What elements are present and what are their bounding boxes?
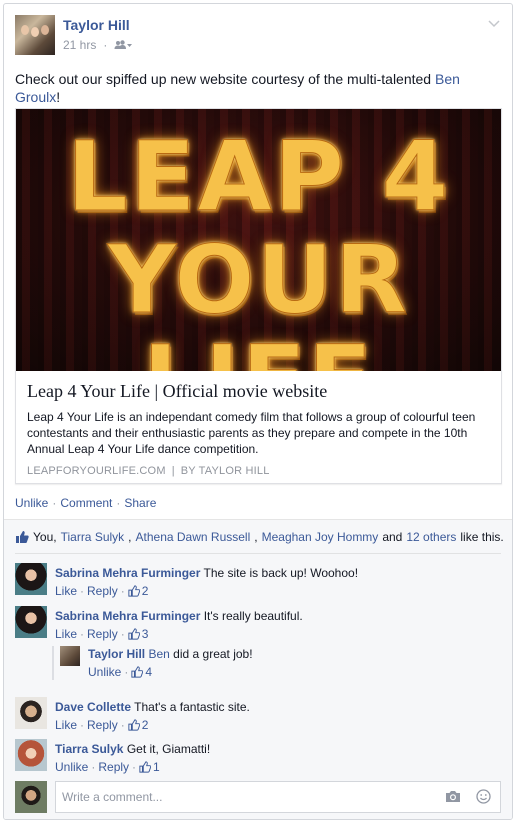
thumbs-up-icon — [16, 531, 29, 543]
comment-composer — [15, 781, 501, 813]
avatar[interactable] — [15, 781, 47, 813]
link-preview-card[interactable]: LEAP 4 YOUR LIFE Leap 4 Your Life | Offi… — [15, 108, 502, 484]
hero-title-line-2: YOUR LIFE — [107, 226, 410, 371]
comment-text: It's really beautiful. — [203, 609, 303, 623]
others-link[interactable]: 12 others — [406, 530, 456, 544]
liker-link[interactable]: Athena Dawn Russell — [136, 530, 251, 544]
link-preview-image[interactable]: LEAP 4 YOUR LIFE — [16, 109, 501, 371]
post-message: Check out our spiffed up new website cou… — [15, 71, 460, 105]
thumbs-up-icon — [128, 585, 140, 597]
comment-author[interactable]: Sabrina Mehra Furminger — [55, 609, 200, 623]
like-button[interactable]: Like — [55, 583, 77, 599]
reply-button[interactable]: Reply — [87, 717, 118, 733]
comment-author[interactable]: Sabrina Mehra Furminger — [55, 566, 200, 580]
avatar[interactable] — [60, 646, 80, 666]
comment-like-count[interactable]: 2 — [128, 583, 148, 599]
link-source: LEAPFORYOURLIFE.COM | BY TAYLOR HILL — [27, 465, 270, 477]
comment-text: did a great job! — [173, 647, 253, 661]
avatar[interactable] — [15, 739, 47, 771]
post-actions: Unlike · Comment · Share — [15, 496, 157, 510]
divider — [15, 553, 501, 554]
unlike-comment-button[interactable]: Unlike — [55, 759, 88, 775]
hero-title-line-1: LEAP 4 — [66, 121, 451, 233]
avatar[interactable] — [15, 697, 47, 729]
comment-author[interactable]: Dave Collette — [55, 700, 131, 714]
mention-link[interactable]: Ben — [148, 647, 169, 661]
comment-button[interactable]: Comment — [60, 496, 112, 510]
link-byline[interactable]: BY TAYLOR HILL — [181, 465, 270, 477]
comment-like-count[interactable]: 2 — [128, 717, 148, 733]
thumbs-up-icon — [128, 719, 140, 731]
link-description: Leap 4 Your Life is an independant comed… — [27, 410, 476, 456]
thumbs-up-icon — [128, 628, 140, 640]
post-card: Taylor Hill 21 hrs · Check out our spiff… — [3, 3, 513, 820]
author-avatar[interactable] — [15, 15, 55, 55]
feedback-section: You, Tiarra Sulyk, Athena Dawn Russell, … — [4, 519, 512, 819]
liker-link[interactable]: Tiarra Sulyk — [61, 530, 125, 544]
unlike-comment-button[interactable]: Unlike — [88, 664, 121, 680]
comment-input[interactable] — [55, 781, 501, 813]
thumbs-up-icon — [131, 666, 144, 678]
reply-button[interactable]: Reply — [87, 626, 118, 642]
avatar[interactable] — [15, 563, 47, 595]
reply-button[interactable]: Reply — [98, 759, 129, 775]
like-button[interactable]: Like — [55, 626, 77, 642]
liker-link[interactable]: Meaghan Joy Hommy — [262, 530, 379, 544]
emoji-icon[interactable] — [476, 789, 491, 804]
reply-thread: Taylor Hill Ben did a great job! Unlike ·… — [52, 646, 253, 680]
reply-button[interactable]: Reply — [87, 583, 118, 599]
unlike-button[interactable]: Unlike — [15, 496, 48, 510]
like-button[interactable]: Like — [55, 717, 77, 733]
thumbs-up-icon — [139, 761, 152, 773]
post-meta: 21 hrs · — [63, 38, 133, 52]
link-title[interactable]: Leap 4 Your Life | Official movie websit… — [27, 381, 327, 402]
post-time[interactable]: 21 hrs — [63, 38, 96, 52]
comment-like-count[interactable]: 1 — [139, 759, 160, 775]
chevron-down-icon[interactable] — [487, 19, 501, 29]
likes-summary: You, Tiarra Sulyk, Athena Dawn Russell, … — [15, 530, 504, 544]
comment-text: That's a fantastic site. — [134, 700, 250, 714]
post-header: Taylor Hill 21 hrs · — [15, 15, 501, 59]
share-button[interactable]: Share — [124, 496, 156, 510]
comment-text: Get it, Giamatti! — [126, 742, 211, 756]
comment-like-count[interactable]: 3 — [128, 626, 148, 642]
camera-icon[interactable] — [445, 790, 461, 803]
author-name[interactable]: Taylor Hill — [63, 17, 130, 33]
comment-author[interactable]: Taylor Hill — [88, 647, 145, 661]
comment-like-count[interactable]: 4 — [131, 664, 152, 680]
comment-author[interactable]: Tiarra Sulyk — [55, 742, 123, 756]
avatar[interactable] — [15, 606, 47, 638]
link-domain: LEAPFORYOURLIFE.COM — [27, 465, 166, 477]
comment-text: The site is back up! Woohoo! — [203, 566, 359, 580]
friends-icon[interactable] — [114, 40, 133, 50]
